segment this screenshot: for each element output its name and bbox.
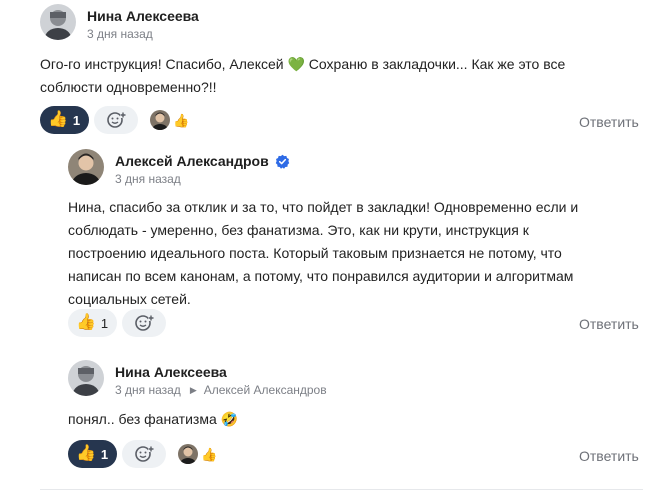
comment-time: 3 дня назад bbox=[115, 383, 181, 397]
avatar-nina[interactable] bbox=[68, 360, 104, 396]
like-count: 1 bbox=[100, 446, 109, 462]
comment-actions: 👍 1 👍 bbox=[40, 106, 189, 134]
smiley-plus-icon bbox=[107, 112, 127, 128]
add-reaction-button[interactable] bbox=[122, 440, 167, 468]
reactor-avatar bbox=[150, 110, 171, 130]
avatar-nina[interactable] bbox=[40, 4, 76, 40]
reactors-list[interactable]: 👍 bbox=[178, 444, 217, 464]
thumbs-up-icon: 👍 bbox=[48, 111, 68, 128]
add-reaction-button[interactable] bbox=[122, 309, 167, 337]
comment-2: Алексей Александров 3 дня назад Нина, сп… bbox=[68, 145, 665, 337]
comment-text: Ого-го инструкция! Спасибо, Алексей 💚 Со… bbox=[40, 56, 566, 95]
reply-button[interactable]: Ответить bbox=[579, 114, 639, 130]
reply-to-author[interactable]: Алексей Александров bbox=[204, 383, 327, 397]
thumbs-up-icon: 👍 bbox=[76, 445, 96, 462]
author-name[interactable]: Нина Алексеева bbox=[87, 8, 199, 24]
author-name[interactable]: Нина Алексеева bbox=[115, 364, 227, 380]
thumbs-up-icon: 👍 bbox=[201, 446, 218, 462]
reply-button[interactable]: Ответить bbox=[579, 316, 639, 332]
avatar-alexey[interactable] bbox=[68, 149, 104, 185]
comment-actions: 👍 1 👍 bbox=[68, 440, 217, 468]
thumbs-up-icon: 👍 bbox=[76, 314, 96, 331]
comment-3: Нина Алексеева 3 дня назад ▶ Алексей Але… bbox=[68, 356, 665, 468]
reactor-avatar bbox=[178, 444, 199, 464]
reply-arrow-icon: ▶ bbox=[189, 384, 197, 395]
like-button[interactable]: 👍 1 bbox=[68, 440, 118, 468]
divider bbox=[40, 489, 643, 490]
comment-header: Алексей Александров 3 дня назад bbox=[68, 145, 665, 189]
verified-badge-icon bbox=[275, 154, 289, 169]
smiley-plus-icon bbox=[135, 446, 155, 462]
comment-1: Нина Алексеева 3 дня назад Ого-го инстру… bbox=[40, 0, 665, 134]
comment-actions: 👍 1 bbox=[68, 309, 167, 337]
comment-header: Нина Алексеева 3 дня назад ▶ Алексей Але… bbox=[68, 356, 665, 400]
thumbs-up-icon: 👍 bbox=[173, 112, 190, 128]
comment-text: понял.. без фанатизма 🤣 bbox=[68, 411, 239, 427]
author-name[interactable]: Алексей Александров bbox=[115, 153, 269, 169]
smiley-plus-icon bbox=[135, 315, 155, 331]
like-count: 1 bbox=[100, 315, 109, 331]
add-reaction-button[interactable] bbox=[94, 106, 139, 134]
like-count: 1 bbox=[72, 112, 81, 128]
reply-button[interactable]: Ответить bbox=[579, 448, 639, 464]
like-button[interactable]: 👍 1 bbox=[40, 106, 90, 134]
comment-text: Нина, спасибо за отклик и за то, что пой… bbox=[68, 199, 579, 307]
like-button[interactable]: 👍 1 bbox=[68, 309, 118, 337]
comment-header: Нина Алексеева 3 дня назад bbox=[40, 0, 665, 44]
reactors-list[interactable]: 👍 bbox=[150, 110, 189, 130]
comment-time: 3 дня назад bbox=[115, 172, 181, 186]
comment-time: 3 дня назад bbox=[87, 27, 153, 41]
